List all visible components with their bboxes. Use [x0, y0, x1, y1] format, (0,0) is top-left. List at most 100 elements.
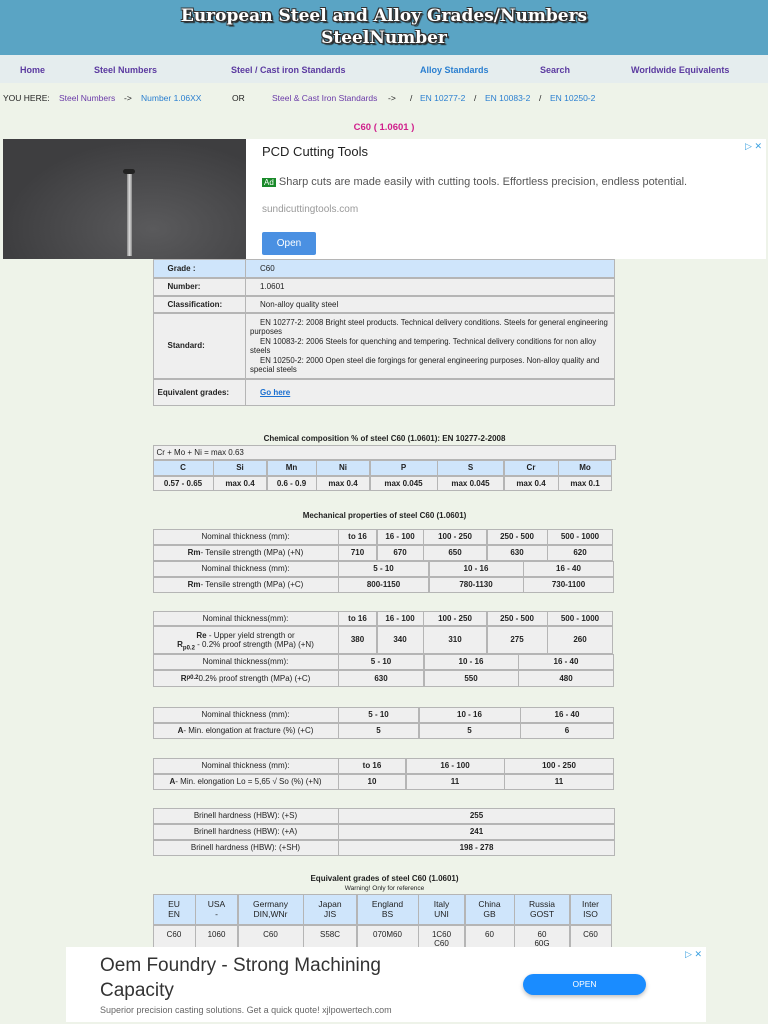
- rm-value: 670: [376, 544, 424, 561]
- ad-close-icon[interactable]: ▷ ✕: [745, 141, 762, 152]
- thickness-value: to 16: [338, 528, 377, 545]
- equiv-header-line: Germany: [253, 899, 288, 910]
- breadcrumb-number[interactable]: Number 1.06XX: [141, 93, 201, 103]
- rp-value: 480: [518, 669, 614, 687]
- thickness-value: 16 - 40: [518, 653, 614, 670]
- ad-close-icon[interactable]: ▷ ✕: [685, 949, 702, 960]
- rp-subscript: p0.2: [182, 645, 195, 652]
- chem-value: 0.6 - 0.9: [266, 475, 317, 491]
- thickness-value: 16 - 100: [376, 610, 424, 626]
- breadcrumb-steel-numbers[interactable]: Steel Numbers: [59, 93, 115, 103]
- ad-title[interactable]: PCD Cutting Tools: [262, 144, 368, 159]
- nav-steel-standards[interactable]: Steel / Cast iron Standards: [231, 65, 346, 75]
- ad-image: [3, 139, 246, 259]
- thickness-value: 100 - 250: [423, 528, 487, 545]
- rm-label: - Tensile strength (MPa) (+C): [200, 580, 304, 590]
- nav-search[interactable]: Search: [540, 65, 570, 75]
- chem-header: S: [437, 459, 504, 476]
- grade-value: C60: [245, 258, 615, 278]
- equivalent-label: Equivalent grades:: [152, 378, 246, 406]
- chem-value: max 0.045: [437, 475, 504, 491]
- ad-title[interactable]: Oem Foundry - Strong Machining Capacity: [100, 953, 440, 1003]
- elongation-value: 11: [405, 773, 505, 790]
- number-label: Number:: [152, 277, 246, 296]
- brinell-label: Brinell hardness (HBW): (+S): [152, 807, 339, 824]
- ad-banner-top[interactable]: ▷ ✕ PCD Cutting Tools Ad Sharp cuts are …: [3, 139, 766, 259]
- chem-header: Ni: [316, 459, 370, 476]
- breadcrumb-or: OR: [232, 93, 245, 103]
- thickness-label: Nominal thickness (mm):: [152, 706, 339, 723]
- info-table: Grade : C60 Number: 1.0601 Classification:…: [152, 258, 616, 406]
- brinell-value: 198 - 278: [338, 839, 615, 856]
- ad-open-button[interactable]: OPEN: [523, 974, 646, 995]
- thickness-label: Nominal thickness(mm):: [152, 610, 339, 626]
- brinell-value: 241: [338, 823, 615, 840]
- breadcrumb-standards[interactable]: Steel & Cast Iron Standards: [272, 93, 377, 103]
- breadcrumb-arrow: ->: [124, 93, 132, 103]
- standard-en10277: EN 10277-2: 2008 Bright steel products. …: [250, 317, 608, 337]
- equiv-header-line: England: [371, 899, 404, 910]
- chem-value: 0.57 - 0.65: [152, 475, 214, 491]
- thickness-value: 16 - 100: [405, 757, 505, 774]
- chem-header: Mo: [558, 459, 612, 476]
- thickness-value: 250 - 500: [486, 610, 548, 626]
- chem-note: Cr + Mo + Ni = max 0.63: [152, 444, 616, 460]
- chem-table: Cr + Mo + Ni = max 0.63 C Si Mn Ni P S Cr Mo 0.…: [152, 444, 616, 491]
- equiv-header: China GB: [464, 893, 515, 925]
- classification-label: Classification:: [152, 295, 246, 313]
- elongation-n-table: Nominal thickness (mm): to 16 16 - 100 100 …: [152, 757, 616, 790]
- standard-en10083: EN 10083-2: 2006 Steels for quenching an…: [250, 336, 597, 356]
- equiv-header-line: Inter: [581, 899, 599, 910]
- thickness-value: 16 - 40: [520, 706, 614, 723]
- equiv-header-line: -: [215, 909, 218, 920]
- equivalent-go-here-link[interactable]: Go here: [260, 388, 290, 397]
- rp-label: 0.2% proof strength (MPa) (+C): [198, 673, 311, 683]
- equiv-header-line: Japan: [318, 899, 342, 910]
- equiv-header: Italy UNI: [418, 893, 465, 925]
- equiv-header: Japan JIS: [303, 893, 357, 925]
- ad-open-button[interactable]: Open: [262, 232, 316, 255]
- elongation-value: 5: [338, 722, 419, 739]
- elongation-value: 10: [338, 773, 406, 790]
- nav-alloy-standards[interactable]: Alloy Standards: [420, 65, 489, 75]
- equiv-header-line: UNI: [434, 909, 449, 920]
- chem-header: P: [369, 459, 438, 476]
- rm-value: 710: [338, 544, 377, 561]
- thickness-value: 10 - 16: [428, 560, 524, 577]
- chem-header: Cr: [503, 459, 559, 476]
- tensile-table: Nominal thickness (mm): to 16 16 - 100 100 …: [152, 528, 616, 593]
- classification-value: Non-alloy quality steel: [245, 295, 615, 313]
- re-value: 310: [423, 625, 487, 654]
- ad-text: Superior precision casting solutions. Ge…: [100, 1005, 392, 1015]
- breadcrumb-en10083[interactable]: EN 10083-2: [485, 93, 530, 103]
- chem-value: max 0.4: [213, 475, 267, 491]
- rm-value: 630: [486, 544, 548, 561]
- equiv-header: Inter ISO: [569, 893, 612, 925]
- chem-value: max 0.4: [316, 475, 370, 491]
- thickness-value: 5 - 10: [338, 706, 419, 723]
- chem-header: Mn: [266, 459, 317, 476]
- equiv-header-line: EU: [168, 899, 180, 910]
- rm-value: 800-1150: [338, 576, 429, 593]
- breadcrumb-en10277[interactable]: EN 10277-2: [420, 93, 465, 103]
- breadcrumb-sep: /: [410, 93, 413, 103]
- thickness-value: to 16: [338, 610, 377, 626]
- breadcrumb-en10250[interactable]: EN 10250-2: [550, 93, 595, 103]
- number-value: 1.0601: [245, 277, 615, 296]
- chem-value: max 0.4: [503, 475, 559, 491]
- nav-worldwide-equivalents[interactable]: Worldwide Equivalents: [631, 65, 729, 75]
- chem-header: Si: [213, 459, 267, 476]
- thickness-value: 10 - 16: [423, 653, 519, 670]
- equiv-header-line: ISO: [583, 909, 598, 920]
- nav-steel-numbers[interactable]: Steel Numbers: [94, 65, 157, 75]
- rm-symbol: Rm: [187, 580, 201, 590]
- rm-value: 780-1130: [428, 576, 524, 593]
- breadcrumb-sep: /: [474, 93, 477, 103]
- brinell-label: Brinell hardness (HBW): (+A): [152, 823, 339, 840]
- ad-text: Sharp cuts are made easily with cutting …: [278, 176, 688, 188]
- equiv-header-line: JIS: [323, 909, 337, 920]
- nav-home[interactable]: Home: [20, 65, 45, 75]
- equiv-header: England BS: [356, 893, 419, 925]
- ad-banner-bottom[interactable]: ▷ ✕ Oem Foundry - Strong Machining Capac…: [66, 947, 706, 1022]
- site-subtitle: SteelNumber: [321, 28, 447, 48]
